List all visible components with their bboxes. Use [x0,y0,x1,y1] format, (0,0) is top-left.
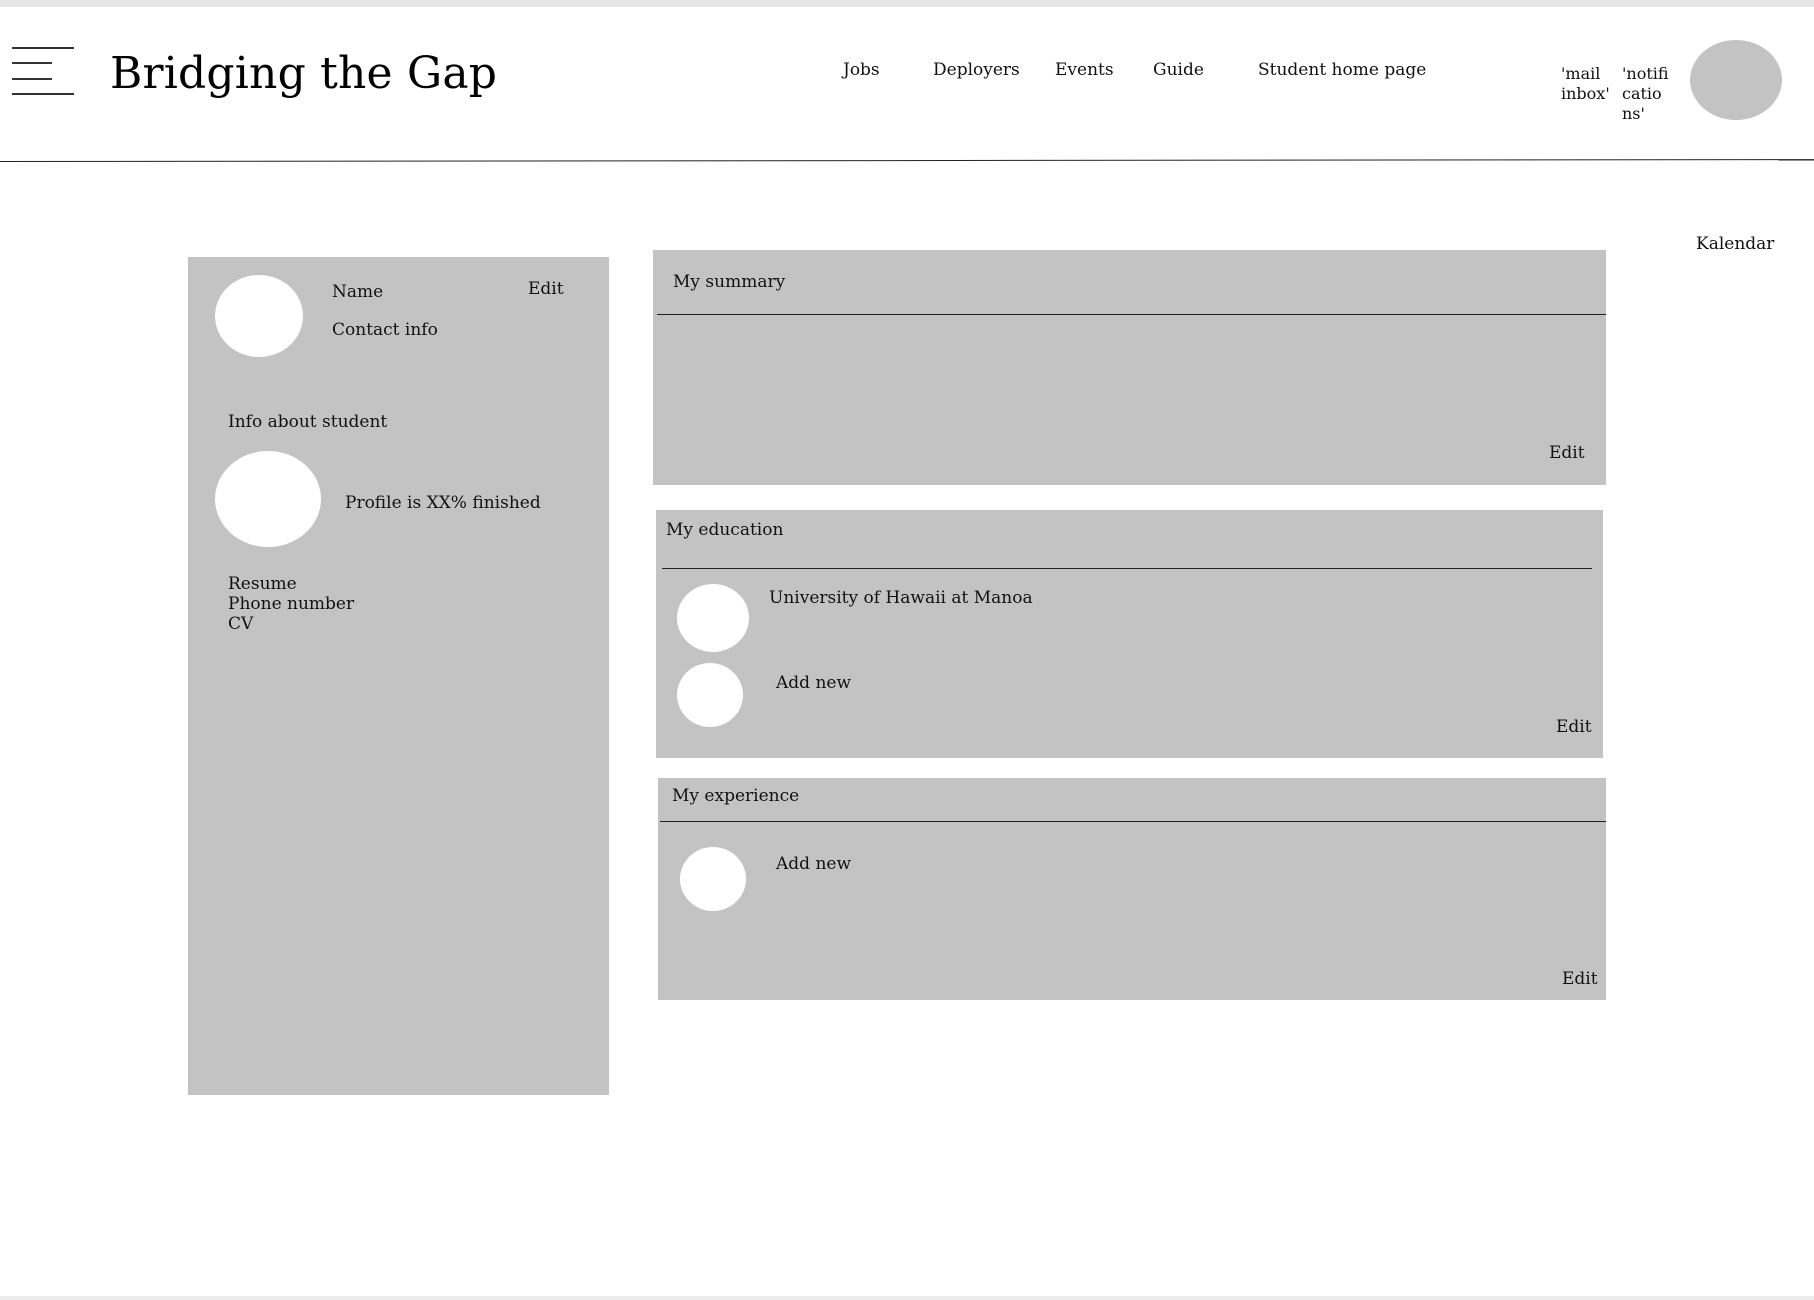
info-about-student-heading: Info about student [228,412,388,432]
bottom-edge [0,1296,1814,1300]
cv-link[interactable]: CV [228,614,253,634]
add-experience-button[interactable]: Add new [776,854,851,874]
resume-link[interactable]: Resume [228,574,297,594]
notifications-line: 'notifi [1622,64,1669,83]
mail-inbox-line: 'mail [1561,64,1601,83]
header-divider [0,159,1814,162]
education-divider [662,568,1592,569]
calendar-link[interactable]: Kalendar [1696,234,1774,254]
summary-panel: My summary Edit [653,250,1606,485]
nav-events[interactable]: Events [1055,60,1114,80]
nav-student-home-page[interactable]: Student home page [1258,60,1426,80]
experience-title: My experience [672,786,800,806]
edit-education-button[interactable]: Edit [1556,717,1592,737]
mail-inbox-link[interactable]: 'mail inbox' [1561,64,1610,104]
name-label: Name [332,282,384,302]
nav-jobs[interactable]: Jobs [843,60,880,80]
profile-progress-circle [215,451,321,547]
profile-photo[interactable] [215,275,303,357]
hamburger-menu-icon[interactable] [12,47,74,95]
add-experience-icon[interactable] [680,847,746,911]
menu-line [12,47,74,49]
site-title: Bridging the Gap [110,48,498,99]
nav-guide[interactable]: Guide [1153,60,1204,80]
user-avatar[interactable] [1690,40,1782,120]
education-title: My education [666,520,784,540]
contact-info-label: Contact info [332,320,438,340]
edit-profile-button[interactable]: Edit [528,279,564,299]
top-strip [0,0,1814,7]
summary-title: My summary [673,272,786,292]
add-education-icon[interactable] [677,663,743,727]
menu-line [12,62,52,64]
notifications-line: ns' [1622,104,1645,123]
experience-divider [660,821,1606,822]
experience-panel: My experience Add new Edit [658,778,1606,1000]
mail-inbox-line: inbox' [1561,84,1610,103]
edit-summary-button[interactable]: Edit [1549,443,1585,463]
nav-deployers[interactable]: Deployers [933,60,1020,80]
summary-divider [657,314,1606,315]
education-entry-name[interactable]: University of Hawaii at Manoa [769,588,1033,608]
edit-experience-button[interactable]: Edit [1562,969,1598,989]
phone-number-link[interactable]: Phone number [228,594,354,614]
notifications-link[interactable]: 'notifi catio ns' [1622,64,1669,124]
add-education-button[interactable]: Add new [776,673,851,693]
menu-line [12,78,52,80]
education-panel: My education University of Hawaii at Man… [656,510,1603,758]
profile-progress-text: Profile is XX% finished [345,493,541,513]
education-entry-logo [677,584,749,652]
menu-line [12,93,74,95]
profile-card: Name Edit Contact info Info about studen… [188,257,609,1095]
notifications-line: catio [1622,84,1662,103]
